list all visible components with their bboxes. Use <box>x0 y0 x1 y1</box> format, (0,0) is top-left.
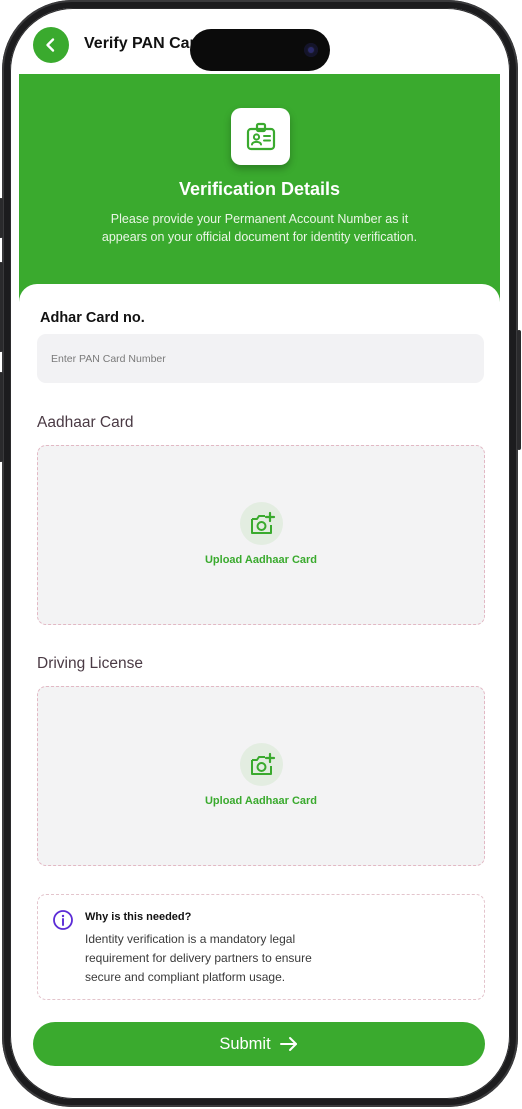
info-title: Why is this needed? <box>85 911 192 923</box>
dynamic-island <box>190 29 330 71</box>
back-button[interactable] <box>33 27 69 63</box>
chevron-left-icon <box>46 38 55 52</box>
phone-side-button <box>0 372 3 462</box>
info-icon <box>53 910 73 930</box>
submit-label: Submit <box>219 1034 271 1053</box>
driving-license-upload-label: Upload Aadhaar Card <box>204 795 318 807</box>
camera-plus-icon <box>250 752 275 775</box>
id-badge-icon <box>246 122 275 150</box>
submit-button[interactable]: Submit <box>33 1022 485 1066</box>
phone-side-button <box>0 198 3 238</box>
upload-icon-circle <box>240 502 283 545</box>
front-camera <box>304 43 318 57</box>
pan-field-label: Adhar Card no. <box>40 310 145 326</box>
aadhaar-section-title: Aadhaar Card <box>37 414 134 431</box>
arrow-right-icon <box>279 1037 297 1051</box>
phone-side-button <box>517 330 521 450</box>
pan-number-input[interactable] <box>37 334 484 383</box>
page-title: Verify PAN Card <box>84 35 206 52</box>
hero-title: Verification Details <box>178 179 341 199</box>
info-notice: Why is this needed? Identity verificatio… <box>37 894 485 1000</box>
driving-license-upload-area[interactable]: Upload Aadhaar Card <box>37 686 485 866</box>
phone-side-button <box>0 262 3 352</box>
driving-license-section-title: Driving License <box>37 655 143 672</box>
hero-icon-tile <box>231 108 290 165</box>
info-text: Identity verification is a mandatory leg… <box>85 932 312 984</box>
app-screen: Verify PAN Card Verification Details Ple… <box>19 17 500 1092</box>
form-sheet: Adhar Card no. Aadhaar Card Upload Aadha… <box>19 284 500 1092</box>
upload-icon-circle <box>240 743 283 786</box>
hero-description: Please provide your Permanent Account Nu… <box>101 212 418 244</box>
aadhaar-upload-label: Upload Aadhaar Card <box>204 554 318 566</box>
hero-banner: Verification Details Please provide your… <box>19 74 500 309</box>
aadhaar-upload-area[interactable]: Upload Aadhaar Card <box>37 445 485 625</box>
camera-plus-icon <box>250 511 275 534</box>
